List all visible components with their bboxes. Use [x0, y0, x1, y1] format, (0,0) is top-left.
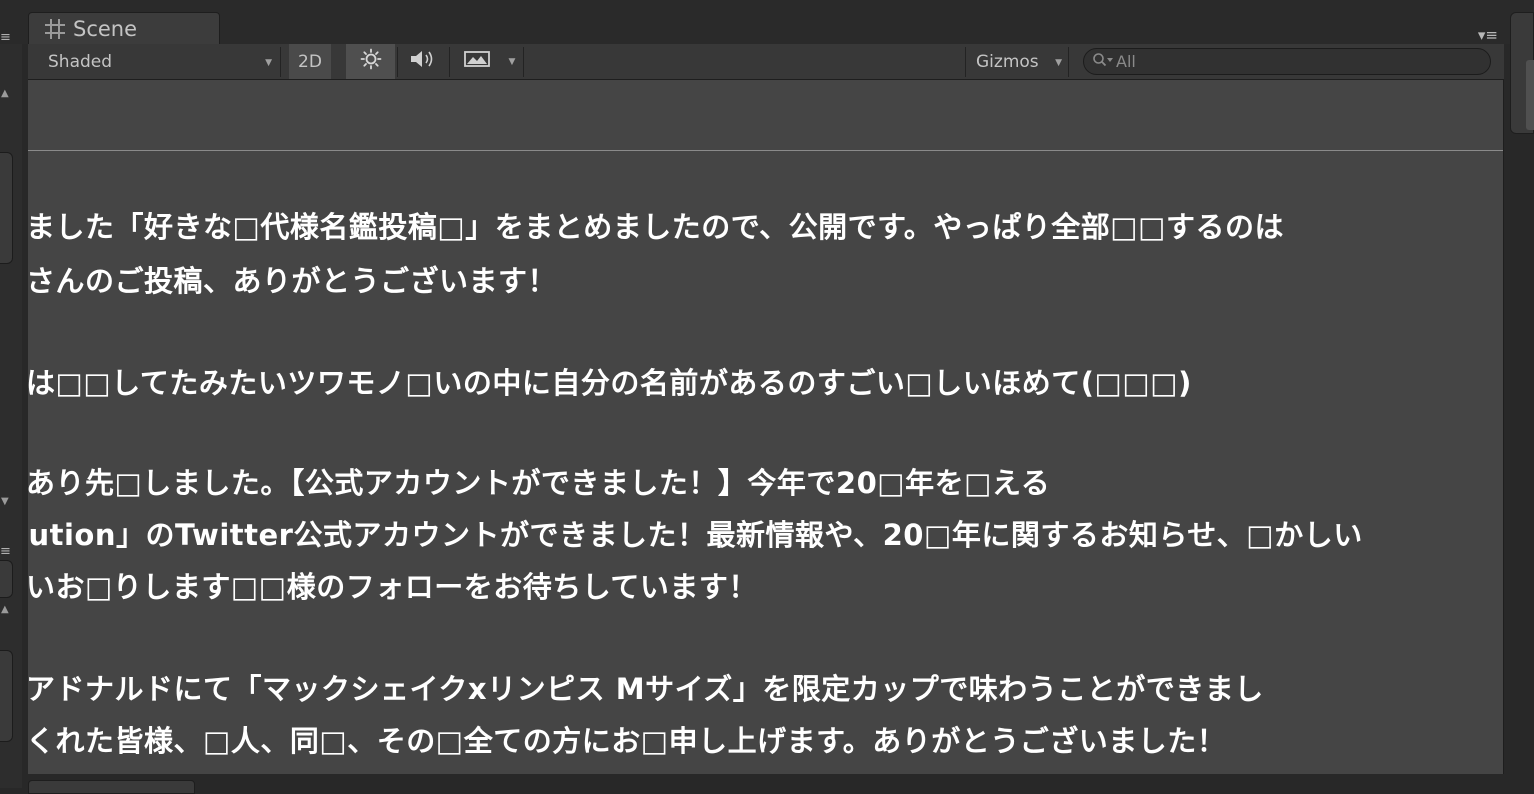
sun-icon — [360, 48, 382, 75]
ui-canvas-boundary — [28, 150, 1503, 151]
chevron-down-icon: ▼ — [265, 58, 272, 68]
scene-text-line: あり先□しました。【公式アカウントができました！】今年で20□年を□える — [28, 466, 1051, 500]
toolbar-divider — [523, 47, 524, 77]
toggle-2d-button[interactable]: 2D — [289, 44, 331, 79]
scroll-down-arrow-icon[interactable]: ▼ — [1, 496, 9, 507]
chevron-down-icon: ▼ — [508, 56, 516, 67]
search-icon — [1092, 52, 1114, 72]
gizmos-label: Gizmos — [976, 51, 1039, 72]
scene-text-line: アドナルドにて「マックシェイクxリンピス Mサイズ」を限定カップで味わうことがで… — [28, 672, 1264, 706]
grid-hash-icon — [43, 17, 67, 41]
toolbar-divider — [397, 47, 398, 77]
scroll-up-arrow-icon-2[interactable]: ▲ — [1, 604, 9, 615]
panel-menu-icon[interactable]: ▾≡ — [1478, 26, 1498, 44]
left-panel-control[interactable] — [0, 560, 13, 598]
left-scrollbar-thumb[interactable] — [0, 152, 13, 264]
tab-title: Scene — [73, 17, 138, 41]
toggle-2d-label: 2D — [298, 51, 322, 72]
scene-text-line: ました「好きな□代様名鑑投稿□」をまとめましたので、公開です。やっぱり全部□□す… — [28, 210, 1285, 244]
search-input[interactable] — [1116, 52, 1476, 71]
scroll-up-arrow-icon[interactable]: ▲ — [1, 88, 9, 99]
right-scrollbar-thumb[interactable] — [1526, 60, 1534, 130]
bottom-panel-tab[interactable] — [28, 780, 195, 794]
scene-view[interactable]: ました「好きな□代様名鑑投稿□」をまとめましたので、公開です。やっぱり全部□□す… — [28, 80, 1504, 774]
scene-text-line: さんのご投稿、ありがとうございます！ — [28, 264, 558, 298]
scene-effects-button[interactable] — [452, 44, 502, 79]
toolbar-divider — [280, 47, 281, 77]
scene-text-line: lution」のTwitter公式アカウントができました！最新情報や、20□年に… — [28, 518, 1363, 552]
draw-mode-label: Shaded — [48, 51, 113, 72]
scene-text-line: は□□してたみたいツワモノ□いの中に自分の名前があるのすごい□しいほめて(□□□… — [28, 366, 1192, 400]
left-scrollbar-thumb-2[interactable] — [0, 650, 13, 742]
left-panel-menu-icon[interactable]: ≡ — [0, 30, 11, 45]
scene-audio-button[interactable] — [400, 44, 446, 79]
window-top-strip — [0, 0, 1534, 44]
toolbar-divider — [1068, 47, 1069, 77]
left-panel-menu-icon-2[interactable]: ≡ — [0, 544, 11, 559]
effects-dropdown[interactable]: ▼ — [502, 44, 522, 79]
draw-mode-dropdown[interactable]: Shaded ▼ — [28, 44, 278, 79]
chevron-down-icon: ▼ — [1055, 58, 1062, 68]
speaker-icon — [409, 48, 437, 75]
scene-text-line: いお□りします□□様のフォローをお待ちしています！ — [28, 570, 758, 604]
scene-toolbar: Shaded ▼ 2D ▼ Gizmos ▼ All — [28, 44, 1504, 80]
gizmos-dropdown[interactable]: Gizmos ▼ — [968, 44, 1068, 79]
scene-text-line: くれた皆様、□人、同□、その□全ての方にお□申し上げます。ありがとうございました… — [28, 724, 1227, 758]
tab-scene[interactable]: Scene — [28, 12, 220, 45]
scene-lighting-button[interactable] — [346, 44, 395, 79]
image-landscape-icon — [464, 49, 490, 74]
toolbar-divider — [449, 47, 450, 77]
search-field[interactable] — [1083, 48, 1491, 75]
toolbar-divider — [965, 47, 966, 77]
